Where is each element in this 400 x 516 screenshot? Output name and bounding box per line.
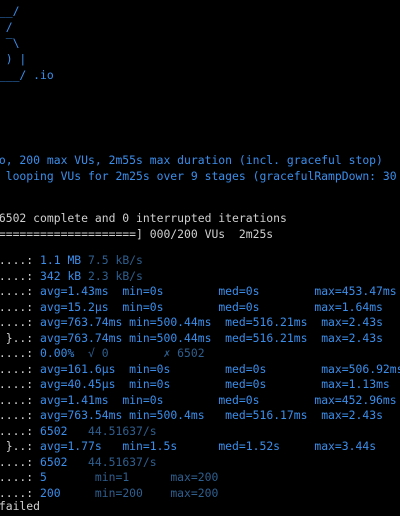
metric-avg: avg=763.74ms	[40, 330, 123, 345]
metric-row: }..: avg=1.77s min=1.5s med=1.52s max=3.…	[0, 438, 383, 454]
logo-line-5: ___/ .io	[0, 68, 54, 82]
metric-rate: 2.3 kB/s	[81, 268, 143, 283]
metric-rate: 44.51637/s	[67, 423, 157, 438]
metric-med: med=0s	[204, 392, 301, 407]
terminal-window: __/ / ‾\ ) | ___/ .io io, 200 max VUs, 2…	[0, 0, 400, 516]
metric-avg: avg=763.74ms	[40, 315, 123, 329]
metric-row: .....: 342 kB 2.3 kB/s	[0, 268, 143, 284]
metric-med: med=0s	[211, 377, 308, 391]
metric-dots: .....:	[0, 470, 34, 484]
metric-value: 1.1 MB	[40, 253, 82, 267]
metric-med: med=0s	[204, 284, 301, 298]
metric-avg: avg=1.77s	[40, 439, 116, 453]
metric-max: max=1.13ms	[314, 377, 390, 391]
metric-rate: 44.51637/s	[67, 454, 157, 469]
metric-avg: avg=1.41ms	[40, 392, 116, 407]
metric-min: min=0s	[122, 284, 198, 298]
metric-row: .....: avg=1.41ms min=0s med=0s max=452.…	[0, 392, 400, 408]
metric-min: min=0s	[122, 377, 205, 391]
metric-max: max=2.43s	[314, 315, 383, 329]
metric-dots: .....:	[0, 346, 34, 360]
metric-dots: .....:	[0, 454, 34, 469]
metric-row: .....: avg=763.54ms min=500.4ms med=516.…	[0, 407, 390, 423]
metric-dots: .....:	[0, 284, 34, 298]
metric-dots: }..:	[5, 330, 34, 345]
metric-value: 6502	[40, 423, 68, 438]
metric-max: max=2.43s	[314, 330, 383, 345]
metric-row: }..: avg=763.74ms min=500.44ms med=516.2…	[0, 330, 390, 346]
iterations-line: 6502 complete and 0 interrupted iteratio…	[0, 211, 287, 225]
metric-med: med=1.52s	[204, 439, 301, 453]
metric-avg: avg=161.6µs	[40, 361, 116, 376]
metric-max: max=506.92ms	[314, 361, 400, 376]
metric-med: med=516.21ms	[218, 315, 308, 329]
metric-avg: avg=40.45µs	[40, 377, 116, 391]
metric-dots: .....:	[0, 361, 34, 376]
metric-rate: min=1 max=200	[67, 470, 219, 484]
metric-min: min=500.44ms	[129, 315, 212, 329]
metric-row: .....: 1.1 MB 7.5 kB/s	[0, 252, 143, 268]
metric-max: max=1.64ms	[307, 299, 383, 314]
metric-dots: .....:	[0, 408, 34, 422]
metric-row: .....: avg=1.43ms min=0s med=0s max=453.…	[0, 283, 400, 299]
metric-med: med=0s	[211, 361, 308, 376]
metric-dots: .....:	[0, 253, 34, 267]
metric-avg: avg=1.43ms	[40, 284, 116, 298]
metric-min: min=0s	[122, 299, 198, 314]
metric-max: max=3.44s	[307, 439, 377, 453]
metric-dots: }..:	[5, 439, 34, 453]
progress-bar-line: =====================] 000/200 VUs 2m25s	[0, 227, 274, 241]
metric-value: 0.00%	[40, 346, 75, 360]
metric-avg: avg=15.2µs	[40, 299, 116, 314]
logo-line-1: __/	[0, 4, 20, 18]
metric-value: 342 kB	[40, 268, 82, 283]
logo-line-4: ) |	[5, 52, 27, 66]
metric-med: med=516.21ms	[218, 330, 308, 345]
logo-line-2: /	[5, 20, 13, 34]
metric-dots: .....:	[0, 268, 34, 283]
metric-min: min=0s	[122, 392, 198, 407]
metric-rate: min=200 max=200	[67, 485, 219, 500]
metric-dots: .....:	[0, 299, 34, 314]
metric-dots: .....:	[0, 392, 34, 407]
failed-line: failed	[0, 499, 41, 513]
metric-max: max=452.96ms	[307, 392, 397, 407]
metric-row: .....: avg=15.2µs min=0s med=0s max=1.64…	[0, 299, 390, 315]
metric-rate: 7.5 kB/s	[81, 253, 143, 267]
metric-max: max=453.47ms	[307, 284, 397, 298]
metric-med: med=516.17ms	[218, 408, 308, 422]
metric-min: min=500.4ms	[129, 408, 212, 422]
scenario-line: io, 200 max VUs, 2m55s max duration (inc…	[0, 153, 383, 167]
metric-row: .....: avg=40.45µs min=0s med=0s max=1.1…	[0, 376, 397, 392]
metric-rate: √ 0 ✗ 6502	[74, 346, 205, 360]
logo-line-3: ‾\	[5, 36, 20, 50]
metric-row: .....: 0.00% √ 0 ✗ 6502	[0, 345, 205, 361]
metric-row: .....: 6502 44.51637/s	[0, 454, 157, 470]
metric-value: 5	[40, 470, 68, 484]
metric-max: max=2.43s	[314, 408, 383, 422]
metric-med: med=0s	[204, 299, 301, 314]
metric-value: 200	[40, 485, 68, 500]
metric-row: .....: avg=763.74ms min=500.44ms med=516…	[0, 314, 390, 330]
metric-dots: .....:	[0, 377, 34, 391]
metric-row: .....: avg=161.6µs min=0s med=0s max=506…	[0, 361, 400, 377]
metric-min: min=500.44ms	[129, 330, 212, 345]
metric-dots: .....:	[0, 423, 34, 438]
metric-avg: avg=763.54ms	[40, 408, 123, 422]
metric-value: 6502	[40, 454, 68, 469]
metric-min: min=1.5s	[122, 439, 198, 453]
metric-min: min=0s	[122, 361, 205, 376]
executor-line: o looping VUs for 2m25s over 9 stages (g…	[0, 169, 397, 183]
metric-row: .....: 6502 44.51637/s	[0, 423, 157, 439]
metric-row: .....: 5 min=1 max=200	[0, 469, 218, 485]
metric-dots: .....:	[0, 315, 34, 329]
